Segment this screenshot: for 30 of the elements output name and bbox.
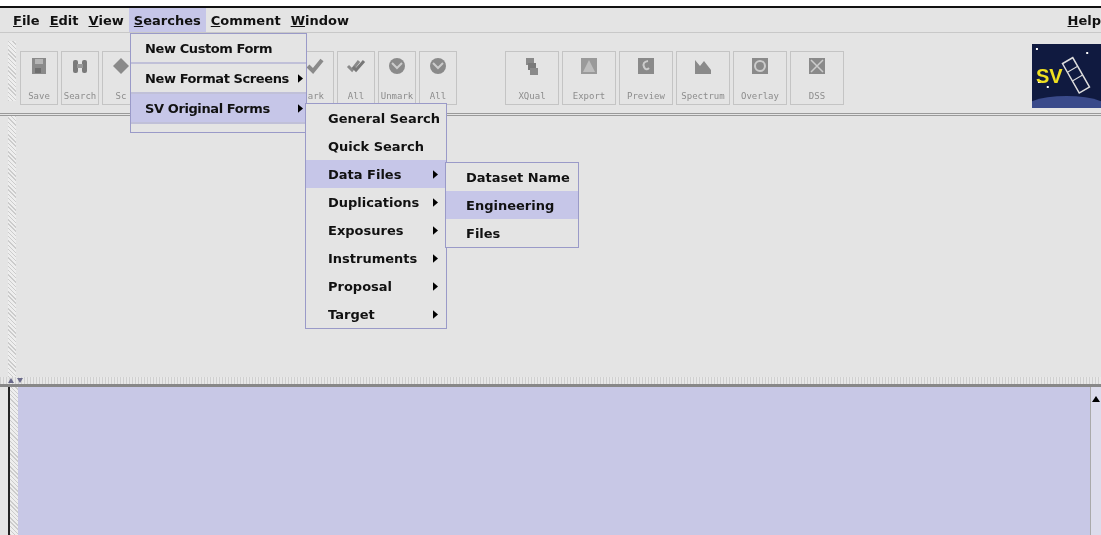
menu-item[interactable]: Searches bbox=[128, 8, 206, 32]
menu-item[interactable]: Target bbox=[306, 300, 446, 328]
menu-item[interactable]: Data Files bbox=[306, 160, 446, 188]
menu-item[interactable]: Proposal bbox=[306, 272, 446, 300]
diamond-icon bbox=[111, 56, 131, 76]
collapse-arrows-icon[interactable] bbox=[8, 377, 24, 383]
menu-item[interactable]: Dataset Name bbox=[446, 163, 578, 191]
menu-item[interactable]: Instruments bbox=[306, 244, 446, 272]
checkmark-icon bbox=[305, 56, 325, 76]
menu-item[interactable]: View bbox=[83, 8, 129, 32]
toolbar-grip[interactable] bbox=[8, 41, 16, 101]
floppy-icon bbox=[29, 56, 49, 76]
target-icon bbox=[750, 56, 770, 76]
menu-item[interactable]: Edit bbox=[44, 8, 84, 32]
menu-item[interactable]: New Custom Form bbox=[131, 34, 306, 64]
menu-item[interactable]: SV Original Forms bbox=[131, 94, 306, 122]
menu-item[interactable]: Engineering bbox=[446, 191, 578, 219]
menu-item[interactable]: Comment bbox=[205, 8, 286, 32]
menu-item[interactable]: Duplications bbox=[306, 188, 446, 216]
scrollbar[interactable] bbox=[1090, 387, 1101, 535]
menu-item[interactable]: General Search bbox=[306, 104, 446, 132]
menu-item[interactable]: Files bbox=[446, 219, 578, 247]
menu-item[interactable]: File bbox=[8, 8, 45, 32]
logo: SV bbox=[1032, 44, 1101, 108]
swirl-icon bbox=[636, 56, 656, 76]
menu-item[interactable]: Exposures bbox=[306, 216, 446, 244]
menu-item[interactable]: Quick Search bbox=[306, 132, 446, 160]
splitter[interactable] bbox=[0, 377, 1101, 387]
menu-item[interactable]: Window bbox=[285, 8, 354, 32]
menu-item[interactable]: Help bbox=[1062, 8, 1101, 32]
